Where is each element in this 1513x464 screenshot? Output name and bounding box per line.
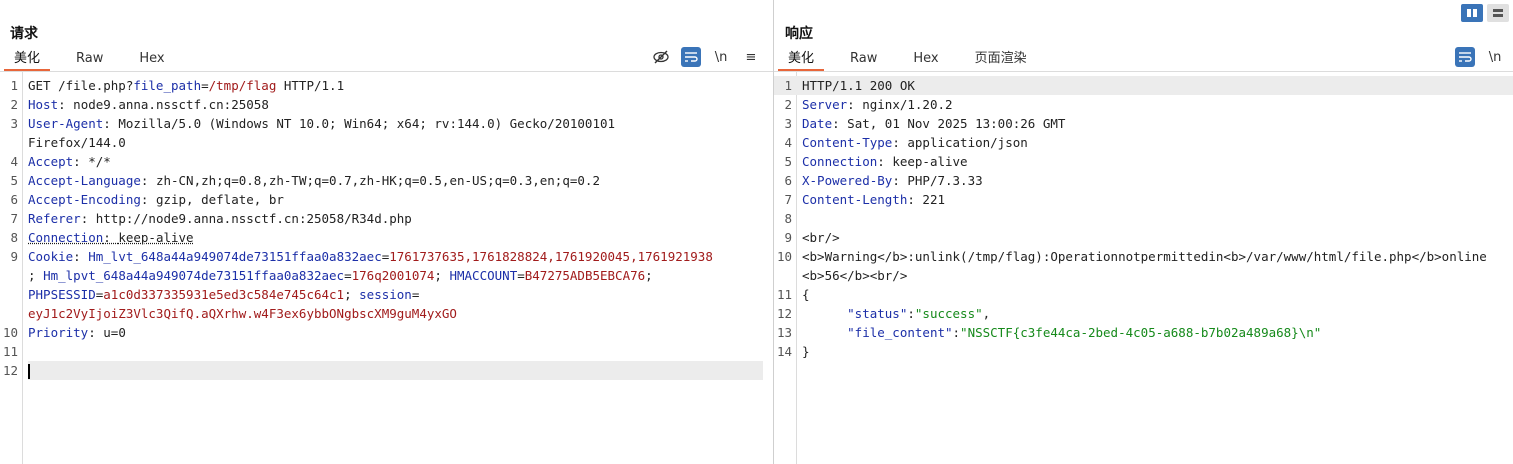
menu-icon[interactable]: ≡ — [741, 47, 761, 67]
request-toolbar: \n ≡ — [641, 47, 761, 69]
response-code: 1 HTTP/1.1 200 OK 2 Server: nginx/1.20.2… — [774, 76, 1513, 361]
request-pane: 请求 美化 Raw Hex \n ≡ 1 GET /file.php?file_… — [0, 0, 773, 464]
request-tabs: 美化 Raw Hex — [4, 49, 191, 71]
request-line: 4 Accept: */* — [10, 154, 111, 169]
response-line: 8 — [784, 211, 792, 226]
tab-render[interactable]: 页面渲染 — [965, 49, 1037, 69]
response-line: 4 Content-Type: application/json — [784, 135, 1028, 150]
request-line: 8 Connection: keep-alive — [10, 230, 194, 245]
response-toolbar: \n — [1445, 47, 1505, 69]
newline-toggle[interactable]: \n — [1485, 47, 1505, 67]
response-tabs: 美化 Raw Hex 页面渲染 — [778, 49, 1053, 71]
response-line: 13 "file_content":"NSSCTF{c3fe44ca-2bed-… — [776, 325, 1322, 340]
wrap-lines-icon[interactable] — [1455, 47, 1475, 67]
response-line: 1 HTTP/1.1 200 OK — [774, 76, 1513, 95]
request-line: 2 Host: node9.anna.nssctf.cn:25058 — [10, 97, 269, 112]
response-line: 12 "status":"success", — [776, 306, 991, 321]
columns-icon[interactable] — [1461, 4, 1483, 22]
text-caret — [28, 364, 30, 379]
tab-hex[interactable]: Hex — [129, 49, 174, 69]
request-line-current[interactable]: 12 — [0, 361, 773, 380]
response-line: 6 X-Powered-By: PHP/7.3.33 — [784, 173, 983, 188]
request-line: 6 Accept-Encoding: gzip, deflate, br — [10, 192, 284, 207]
response-line: 9 <br/> — [784, 230, 840, 245]
request-line: 3 User-Agent: Mozilla/5.0 (Windows NT 10… — [10, 116, 616, 150]
response-line: 14 } — [776, 344, 810, 359]
tab-raw[interactable]: Raw — [66, 49, 113, 69]
newline-toggle[interactable]: \n — [711, 47, 731, 67]
layout-toggle — [1457, 4, 1509, 22]
response-editor[interactable]: 1 HTTP/1.1 200 OK 2 Server: nginx/1.20.2… — [774, 72, 1513, 464]
wrap-lines-icon[interactable] — [681, 47, 701, 67]
request-line: 1 GET /file.php?file_path=/tmp/flag HTTP… — [10, 78, 345, 93]
request-line: 5 Accept-Language: zh-CN,zh;q=0.8,zh-TW;… — [10, 173, 600, 188]
tab-pretty[interactable]: 美化 — [778, 49, 825, 71]
response-line: 11 { — [776, 287, 810, 302]
response-line: 3 Date: Sat, 01 Nov 2025 13:00:26 GMT — [784, 116, 1066, 131]
request-line: 9 Cookie: Hm_lvt_648a44a949074de73151ffa… — [10, 249, 713, 321]
hide-eye-icon[interactable] — [651, 47, 671, 67]
tab-pretty[interactable]: 美化 — [4, 49, 51, 71]
response-line: 5 Connection: keep-alive — [784, 154, 968, 169]
request-title: 请求 — [10, 26, 38, 42]
tab-raw[interactable]: Raw — [840, 49, 887, 69]
tab-hex[interactable]: Hex — [903, 49, 948, 69]
rows-icon[interactable] — [1487, 4, 1509, 22]
response-pane: 响应 美化 Raw Hex 页面渲染 \n 1 HTTP/1.1 200 OK … — [774, 0, 1513, 464]
request-line: 11 — [2, 344, 18, 359]
response-title: 响应 — [785, 26, 813, 42]
response-line: 7 Content-Length: 221 — [784, 192, 945, 207]
response-line: 10 <b>Warning</b>:unlink(/tmp/flag):Oper… — [776, 249, 1487, 283]
request-code: 1 GET /file.php?file_path=/tmp/flag HTTP… — [0, 76, 773, 380]
request-line: 10 Priority: u=0 — [2, 325, 126, 340]
request-editor[interactable]: 1 GET /file.php?file_path=/tmp/flag HTTP… — [0, 72, 773, 464]
request-line: 7 Referer: http://node9.anna.nssctf.cn:2… — [10, 211, 412, 226]
response-line: 2 Server: nginx/1.20.2 — [784, 97, 953, 112]
